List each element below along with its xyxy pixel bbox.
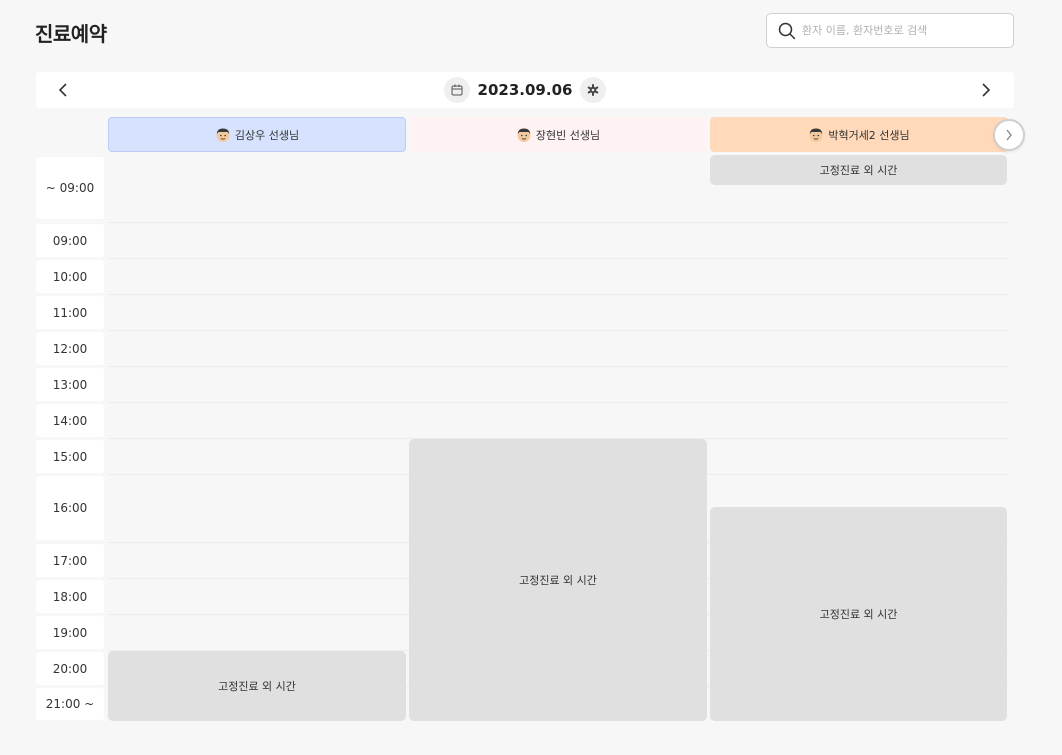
search-icon xyxy=(778,22,796,39)
time-label: 20:00 xyxy=(36,652,104,685)
time-label: 19:00 xyxy=(36,616,104,649)
time-label: ~ 09:00 xyxy=(36,157,104,219)
time-label: 14:00 xyxy=(36,404,104,437)
search-box[interactable] xyxy=(766,13,1014,48)
time-label: 21:00 ~ xyxy=(36,688,104,720)
blocked-time-slot[interactable]: 고정진료 외 시간 xyxy=(409,439,707,721)
grid-line xyxy=(108,402,1008,403)
doctor-avatar-icon xyxy=(517,128,531,142)
grid-line xyxy=(108,258,1008,259)
grid-line xyxy=(108,366,1008,367)
time-label: 09:00 xyxy=(36,224,104,257)
doctor-name: 김상우 선생님 xyxy=(234,128,300,142)
blocked-time-slot[interactable]: 고정진료 외 시간 xyxy=(108,651,406,721)
time-label: 10:00 xyxy=(36,260,104,293)
date-navigation-bar: 2023.09.06 xyxy=(36,72,1014,108)
chevron-right-icon xyxy=(982,83,991,97)
time-label: 18:00 xyxy=(36,580,104,613)
time-label: 11:00 xyxy=(36,296,104,329)
calendar-icon xyxy=(451,84,463,96)
blocked-slot-label: 고정진료 외 시간 xyxy=(819,608,898,621)
time-label: 15:00 xyxy=(36,440,104,473)
grid-line xyxy=(108,330,1008,331)
next-doctors-button[interactable] xyxy=(993,119,1025,151)
time-label: 17:00 xyxy=(36,544,104,577)
time-label: 13:00 xyxy=(36,368,104,401)
doctor-avatar-icon xyxy=(216,128,230,142)
chevron-right-icon xyxy=(1006,129,1012,141)
doctor-avatar-icon xyxy=(809,128,823,142)
blocked-time-slot[interactable]: 고정진료 외 시간 xyxy=(710,507,1007,721)
gear-icon xyxy=(588,84,599,96)
search-input[interactable] xyxy=(802,24,1002,37)
doctor-column-header[interactable]: 장현빈 선생님 xyxy=(409,117,707,152)
doctor-name: 박혁거세2 선생님 xyxy=(828,128,910,142)
doctor-column-header[interactable]: 김상우 선생님 xyxy=(108,117,406,152)
time-label: 16:00 xyxy=(36,476,104,540)
blocked-slot-label: 고정진료 외 시간 xyxy=(519,574,597,587)
time-label: 12:00 xyxy=(36,332,104,365)
current-date: 2023.09.06 xyxy=(477,81,573,99)
doctor-name: 장현빈 선생님 xyxy=(535,128,601,142)
page-title: 진료예약 xyxy=(35,22,107,46)
blocked-slot-label: 고정진료 외 시간 xyxy=(819,164,898,177)
calendar-button[interactable] xyxy=(443,77,470,103)
blocked-slot-label: 고정진료 외 시간 xyxy=(218,680,296,693)
blocked-time-slot[interactable]: 고정진료 외 시간 xyxy=(710,155,1007,185)
grid-line xyxy=(108,294,1008,295)
settings-button[interactable] xyxy=(580,77,607,103)
next-date-button[interactable] xyxy=(976,80,996,100)
doctor-column-header[interactable]: 박혁거세2 선생님 xyxy=(710,117,1008,152)
grid-line xyxy=(108,222,1008,223)
